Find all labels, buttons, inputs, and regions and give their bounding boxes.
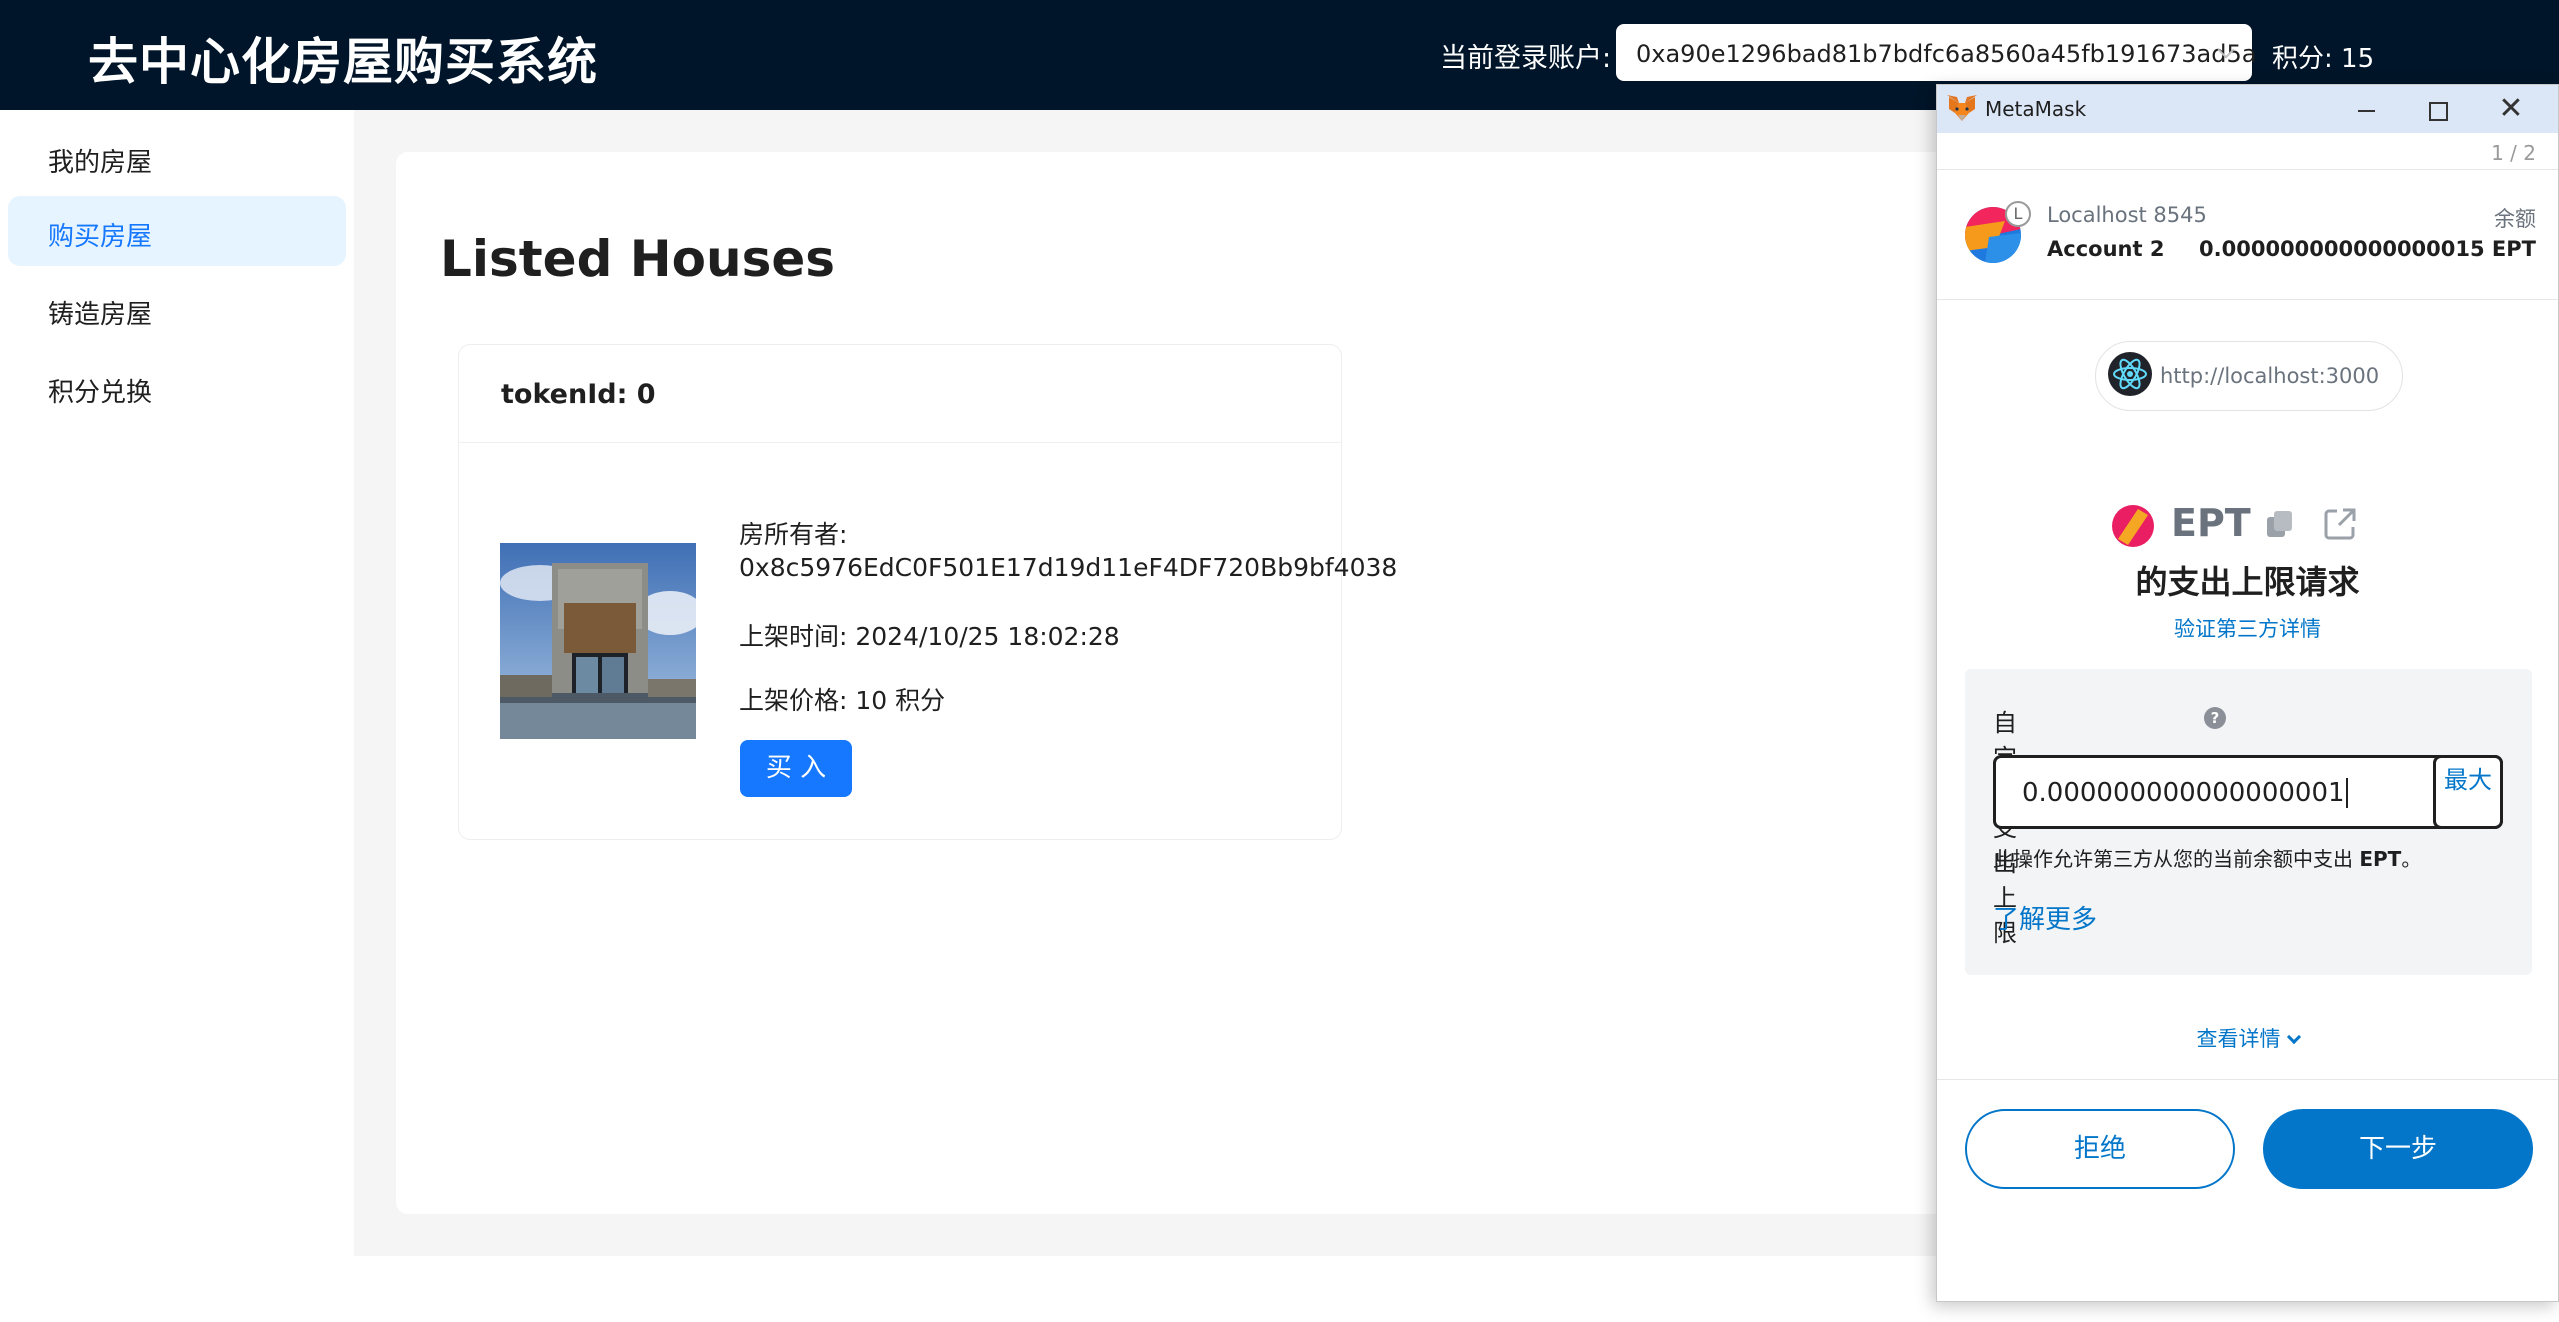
listed-time: 上架时间: 2024/10/25 18:02:28	[739, 622, 1120, 651]
points-display: 积分: 15	[2272, 44, 2375, 74]
help-icon[interactable]: ?	[2204, 707, 2226, 729]
sidebar-item-points-exchange[interactable]: 积分兑换	[8, 352, 346, 422]
network-name: Localhost 8545	[2047, 203, 2207, 227]
view-details-toggle[interactable]: 查看详情	[1937, 1023, 2558, 1053]
sidebar: 我的房屋 购买房屋 铸造房屋 积分兑换	[0, 110, 354, 1322]
owner-label: 房所有者:	[739, 520, 848, 549]
balance-value: 0.000000000000000015 EPT	[2199, 237, 2536, 261]
metamask-fox-icon	[1945, 93, 1979, 125]
description-token: EPT	[2359, 847, 2402, 871]
origin-url: http://localhost:3000	[2160, 364, 2380, 388]
max-button[interactable]: 最大	[2433, 755, 2503, 829]
spending-limit-value: 0.000000000000000001	[2022, 778, 2348, 808]
balance-label: 余额	[2494, 207, 2536, 231]
account-select-value: 0xa90e1296bad81b7bdfc6a8560a45fb191673ad…	[1636, 40, 2257, 68]
react-icon	[2106, 350, 2154, 398]
house-image	[500, 543, 696, 739]
chevron-down-icon	[2286, 1029, 2301, 1045]
metamask-titlebar: MetaMask ✕	[1937, 85, 2558, 133]
owner-address: 0x8c5976EdC0F501E17d19d11eF4DF720Bb9bf40…	[739, 553, 1398, 582]
sidebar-item-mint-house[interactable]: 铸造房屋	[8, 274, 346, 344]
page-title: Listed Houses	[440, 230, 835, 288]
reject-button[interactable]: 拒绝	[1965, 1109, 2235, 1189]
page-indicator: 1 / 2	[2491, 141, 2536, 165]
house-card: tokenId: 0 房所有者: 0x8c5976EdC0F501E17d19d…	[458, 344, 1397, 840]
metamask-window: MetaMask ✕ 1 / 2 L Localhost 8545 Accoun…	[1936, 84, 2559, 1302]
account-name: Account 2	[2047, 237, 2165, 261]
account-label: 当前登录账户:	[1440, 43, 1612, 74]
view-details-label: 查看详情	[2196, 1027, 2281, 1051]
account-select[interactable]: 0xa90e1296bad81b7bdfc6a8560a45fb191673ad…	[1616, 24, 2256, 81]
token-logo-icon	[2112, 505, 2154, 547]
maximize-button[interactable]	[2413, 93, 2461, 127]
spending-description: 此操作允许第三方从您的当前余额中支出 EPT。	[1993, 843, 2421, 872]
external-link-icon[interactable]	[2321, 505, 2359, 543]
app-title: 去中心化房屋购买系统	[88, 33, 598, 91]
sidebar-item-buy-houses[interactable]: 购买房屋	[8, 196, 346, 266]
description-suffix: 。	[2401, 847, 2422, 871]
divider	[1937, 1079, 2558, 1080]
network-badge: L	[2005, 201, 2031, 227]
description-prefix: 此操作允许第三方从您的当前余额中支出	[1993, 847, 2360, 871]
next-button[interactable]: 下一步	[2263, 1109, 2533, 1189]
divider	[1937, 299, 2558, 300]
origin-pill: http://localhost:3000	[2095, 341, 2403, 411]
request-heading: 的支出上限请求	[2135, 563, 2360, 601]
listed-price: 上架价格: 10 积分	[739, 686, 946, 715]
copy-icon[interactable]	[2263, 507, 2297, 541]
minimize-button[interactable]	[2343, 93, 2391, 127]
spending-limit-input[interactable]: 0.000000000000000001 最大	[1993, 755, 2503, 829]
metamask-window-title: MetaMask	[1985, 97, 2087, 121]
close-icon[interactable]: ✕	[2487, 91, 2535, 127]
verify-third-party-link[interactable]: 验证第三方详情	[1937, 613, 2558, 643]
buy-button[interactable]: 买 入	[740, 740, 852, 797]
token-symbol: EPT	[2171, 501, 2251, 545]
learn-more-link[interactable]: 了解更多	[1993, 899, 2097, 936]
sidebar-item-my-houses[interactable]: 我的房屋	[8, 122, 346, 192]
divider	[1937, 169, 2558, 170]
card-title: tokenId: 0	[501, 379, 656, 410]
card-header: tokenId: 0	[459, 345, 1341, 443]
